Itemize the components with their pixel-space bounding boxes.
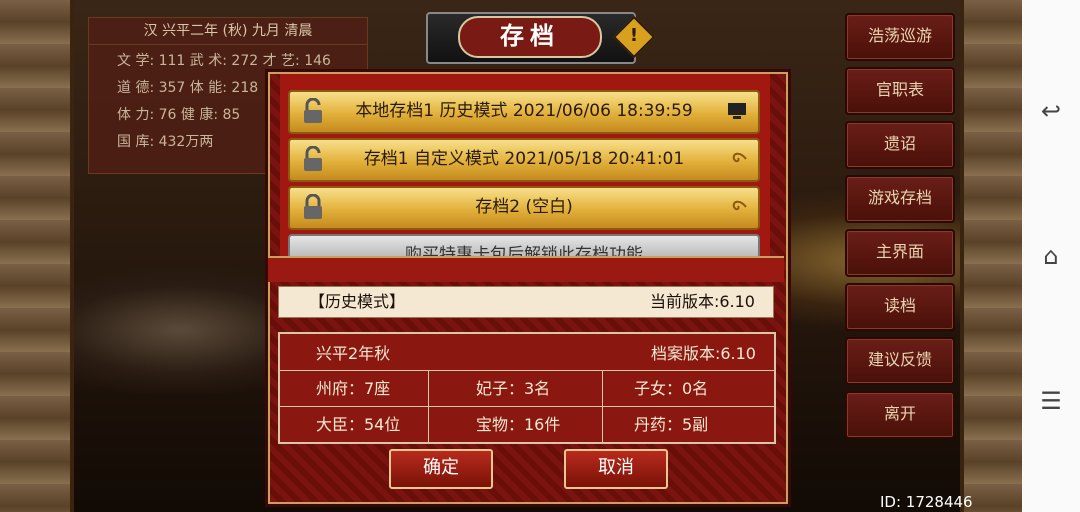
- save-slot-1[interactable]: 存档1 自定义模式 2021/05/18 20:41:01: [288, 138, 760, 182]
- lock-icon: [304, 194, 322, 219]
- unlock-icon: [304, 146, 322, 171]
- stats-line-1: 文 学: 111 武 术: 272 才 艺: 146: [117, 53, 331, 69]
- computer-icon: [728, 103, 746, 119]
- save-slot-label: 存档2 (空白): [475, 197, 573, 217]
- save-slot-label: 本地存档1 历史模式 2021/06/06 18:39:59: [355, 101, 693, 121]
- save-version: 档案版本:6.10: [650, 344, 756, 363]
- stat-cell-provinces: 州府：7座: [316, 379, 391, 398]
- confirm-button[interactable]: 确定: [389, 449, 493, 489]
- warning-mark-icon: !: [629, 25, 639, 46]
- scroll-ornament-icon: [732, 152, 747, 163]
- save-slot-local-1[interactable]: 本地存档1 历史模式 2021/06/06 18:39:59: [288, 90, 760, 134]
- table-divider: [428, 370, 429, 442]
- home-icon[interactable]: ⌂: [1036, 241, 1066, 271]
- scroll-ornament-icon: [732, 200, 747, 211]
- back-icon[interactable]: ↩: [1036, 96, 1066, 126]
- dialog-title: 存档: [458, 16, 602, 58]
- menu-button-feedback[interactable]: 建议反馈: [845, 337, 955, 385]
- current-version: 当前版本:6.10: [649, 292, 755, 311]
- menu-button-exit[interactable]: 离开: [845, 391, 955, 439]
- save-slot-label: 存档1 自定义模式 2021/05/18 20:41:01: [363, 149, 685, 169]
- unlock-icon: [304, 98, 322, 123]
- stats-line-4: 国 库: 432万两: [117, 134, 214, 150]
- left-ornate-frame: [0, 0, 74, 512]
- cancel-button[interactable]: 取消: [564, 449, 668, 489]
- table-divider: [602, 370, 603, 442]
- stat-cell-ministers: 大臣：54位: [316, 415, 401, 434]
- stats-line-2: 道 德: 357 体 能: 218: [117, 80, 259, 96]
- menu-button-edict[interactable]: 遗诏: [845, 121, 955, 169]
- save-mode: 【历史模式】: [309, 292, 406, 311]
- menu-button-load[interactable]: 读档: [845, 283, 955, 331]
- menu-button-main[interactable]: 主界面: [845, 229, 955, 277]
- stat-cell-treasures: 宝物：16件: [476, 415, 561, 434]
- dialog-divider: [268, 256, 784, 282]
- stat-cell-children: 子女：0名: [634, 379, 709, 398]
- menu-button-tour[interactable]: 浩荡巡游: [845, 13, 955, 61]
- save-info-panel: 兴平2年秋 档案版本:6.10 州府：7座 妃子：3名 子女：0名 大臣：54位…: [278, 332, 776, 444]
- stat-cell-consorts: 妃子：3名: [476, 379, 551, 398]
- stats-line-3: 体 力: 76 健 康: 85: [117, 107, 241, 123]
- save-date: 兴平2年秋: [316, 344, 391, 363]
- player-id: ID: 1728446: [880, 493, 973, 511]
- right-ornate-frame: [960, 0, 1026, 512]
- menu-button-save-game[interactable]: 游戏存档: [845, 175, 955, 223]
- save-slot-2[interactable]: 存档2 (空白): [288, 186, 760, 230]
- menu-icon[interactable]: ☰: [1036, 386, 1066, 416]
- menu-button-officials[interactable]: 官职表: [845, 67, 955, 115]
- stat-cell-pills: 丹药：5副: [634, 415, 709, 434]
- save-info-header: 【历史模式】 当前版本:6.10: [278, 286, 774, 318]
- stats-date-title: 汉 兴平二年 (秋) 九月 清晨: [89, 18, 367, 45]
